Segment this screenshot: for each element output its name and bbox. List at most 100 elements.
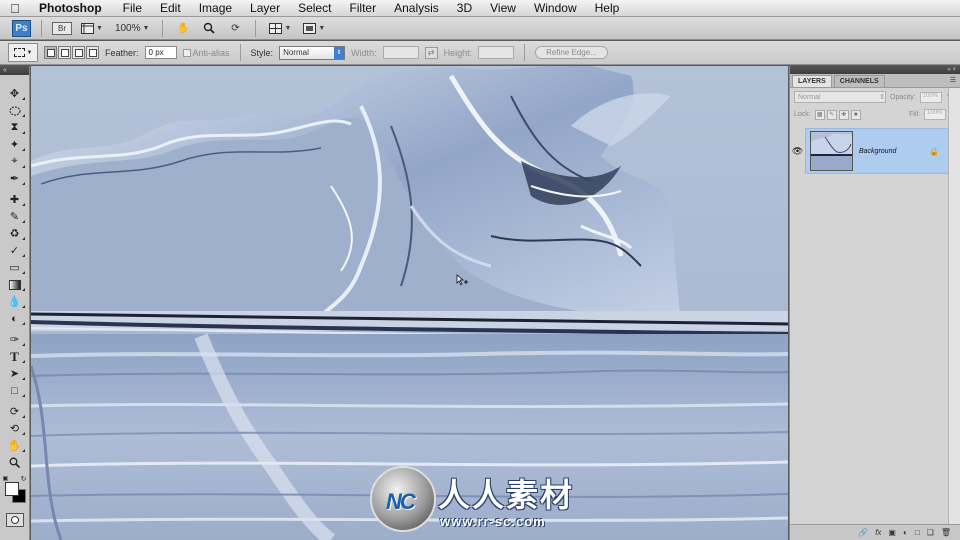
zoom-tool-button[interactable] xyxy=(199,20,219,37)
screen-mode-button[interactable]: ▼ xyxy=(300,20,328,37)
menu-view[interactable]: View xyxy=(481,0,525,16)
height-input[interactable] xyxy=(478,46,515,59)
divider xyxy=(162,19,164,37)
divider xyxy=(41,19,42,37)
chevron-down-icon: ▼ xyxy=(284,24,292,32)
lock-transparency-icon[interactable]: ▦ xyxy=(814,109,825,120)
swap-width-height-button[interactable]: ⇄ xyxy=(424,46,438,59)
foreground-color-swatch[interactable] xyxy=(4,482,19,496)
menu-app-name[interactable]: Photoshop xyxy=(30,0,114,16)
stamp-icon: ♻ xyxy=(9,228,20,240)
arrow-cursor-icon: ➤ xyxy=(9,368,20,380)
antialias-checkbox[interactable]: Anti-alias xyxy=(182,48,230,58)
panel-menu-icon[interactable]: ☰ xyxy=(950,76,956,84)
default-colors-icon[interactable]: ▣ xyxy=(3,475,9,482)
divider xyxy=(239,44,241,61)
new-layer-icon[interactable]: ❏ xyxy=(927,528,934,537)
blur-tool[interactable]: 💧 xyxy=(4,293,26,310)
history-brush-icon: ✓ xyxy=(9,245,20,257)
add-to-selection-button[interactable] xyxy=(58,46,71,59)
marquee-tool[interactable] xyxy=(4,102,26,119)
arrange-documents-button[interactable]: ▼ xyxy=(266,20,294,37)
link-layers-icon[interactable]: 🔗 xyxy=(858,528,868,537)
zoom-tool[interactable] xyxy=(4,454,26,471)
refine-edge-button[interactable]: Refine Edge... xyxy=(535,46,608,59)
menu-help[interactable]: Help xyxy=(586,0,629,16)
width-label: Width: xyxy=(351,47,377,58)
apple-menu-icon[interactable]:  xyxy=(0,1,30,16)
menu-edit[interactable]: Edit xyxy=(151,0,190,16)
eye-icon[interactable]: 👁 xyxy=(790,128,806,174)
hand-tool[interactable]: ✋ xyxy=(4,437,26,454)
new-group-icon[interactable]: □ xyxy=(915,528,920,537)
options-bar: ▼ Feather: 0 px Anti-alias Style: Normal… xyxy=(0,41,960,65)
3d-rotate-tool[interactable]: ⟳ xyxy=(4,403,26,420)
menu-image[interactable]: Image xyxy=(190,0,241,16)
lock-image-icon[interactable]: ✎ xyxy=(826,109,837,120)
menu-3d[interactable]: 3D xyxy=(448,0,481,16)
eyedropper-tool[interactable]: ✒ xyxy=(4,170,26,187)
rectangle-icon: □ xyxy=(11,384,18,397)
style-select[interactable]: Normal ⇕ xyxy=(279,45,346,60)
pen-tool[interactable]: ✑ xyxy=(4,331,26,348)
eraser-tool[interactable]: ▭ xyxy=(4,259,26,276)
quick-mask-button[interactable] xyxy=(5,513,24,527)
type-tool[interactable]: T xyxy=(4,348,26,365)
brush-tool[interactable]: ✎ xyxy=(4,208,26,225)
menu-filter[interactable]: Filter xyxy=(340,0,385,16)
menu-analysis[interactable]: Analysis xyxy=(385,0,448,16)
rotate-view-button[interactable]: ⟳ xyxy=(225,20,245,37)
panel-grip[interactable]: « xyxy=(0,66,29,75)
zoom-level-value: 100% xyxy=(114,22,141,34)
tab-layers[interactable]: LAYERS xyxy=(792,75,832,87)
dodge-tool[interactable]: ◐ xyxy=(4,310,26,327)
gradient-tool[interactable] xyxy=(4,276,26,293)
rectangular-marquee-icon xyxy=(13,48,25,57)
tool-preset-picker[interactable]: ▼ xyxy=(8,43,38,62)
menu-window[interactable]: Window xyxy=(525,0,586,16)
move-tool[interactable]: ✥ xyxy=(4,85,26,102)
blend-mode-select[interactable]: Normal ⇕ xyxy=(794,91,886,103)
view-extras-button[interactable]: ▼ xyxy=(78,20,106,37)
swap-colors-icon[interactable]: ↻ xyxy=(21,475,27,483)
feather-input[interactable]: 0 px xyxy=(144,46,177,59)
lock-position-icon[interactable]: ✚ xyxy=(838,109,849,120)
subtract-from-selection-button[interactable] xyxy=(72,46,85,59)
shape-tool[interactable]: □ xyxy=(4,382,26,399)
opacity-label: Opacity: xyxy=(890,93,916,101)
layer-row-background[interactable]: 👁 Background 🔒 xyxy=(790,128,949,174)
lock-all-icon[interactable]: ■ xyxy=(850,109,861,120)
launch-bridge-button[interactable]: Br xyxy=(52,21,72,35)
tab-channels[interactable]: CHANNELS xyxy=(833,75,885,87)
fx-icon[interactable]: fx xyxy=(875,528,881,537)
panel-scrollbar[interactable] xyxy=(948,88,960,524)
fill-label: Fill: xyxy=(909,111,921,118)
adjustment-layer-icon[interactable]: ◐ xyxy=(903,528,908,537)
hand-tool-button[interactable]: ✋ xyxy=(173,20,193,37)
add-mask-icon[interactable]: ▣ xyxy=(888,528,896,537)
healing-brush-tool[interactable]: ✚ xyxy=(4,191,26,208)
path-selection-tool[interactable]: ➤ xyxy=(4,365,26,382)
menu-select[interactable]: Select xyxy=(289,0,340,16)
panel-grip[interactable]: » × xyxy=(790,66,960,74)
chevron-down-icon: ▼ xyxy=(96,24,103,32)
menu-layer[interactable]: Layer xyxy=(241,0,289,16)
eyedropper-icon: ✒ xyxy=(9,173,20,185)
opacity-input[interactable]: 100% xyxy=(919,91,942,103)
watermark-title: 人人素材 xyxy=(438,476,575,514)
intersect-selection-button[interactable] xyxy=(86,46,99,59)
style-value: Normal xyxy=(283,48,309,57)
new-selection-button[interactable] xyxy=(44,46,57,59)
bandage-icon: ✚ xyxy=(9,194,20,206)
3d-orbit-tool[interactable]: ⟲ xyxy=(4,420,26,437)
trash-icon[interactable]: 🗑 xyxy=(941,528,951,537)
history-brush-tool[interactable]: ✓ xyxy=(4,242,26,259)
zoom-level-dropdown[interactable]: 100% ▼ xyxy=(112,20,153,37)
fill-input[interactable]: 100% xyxy=(924,109,947,120)
crop-tool[interactable]: ⌖ xyxy=(4,153,26,170)
width-input[interactable] xyxy=(382,46,419,59)
quick-selection-tool[interactable]: ✦ xyxy=(4,136,26,153)
lasso-tool[interactable]: ⧗ xyxy=(4,119,26,136)
menu-file[interactable]: File xyxy=(114,0,151,16)
clone-stamp-tool[interactable]: ♻ xyxy=(4,225,26,242)
